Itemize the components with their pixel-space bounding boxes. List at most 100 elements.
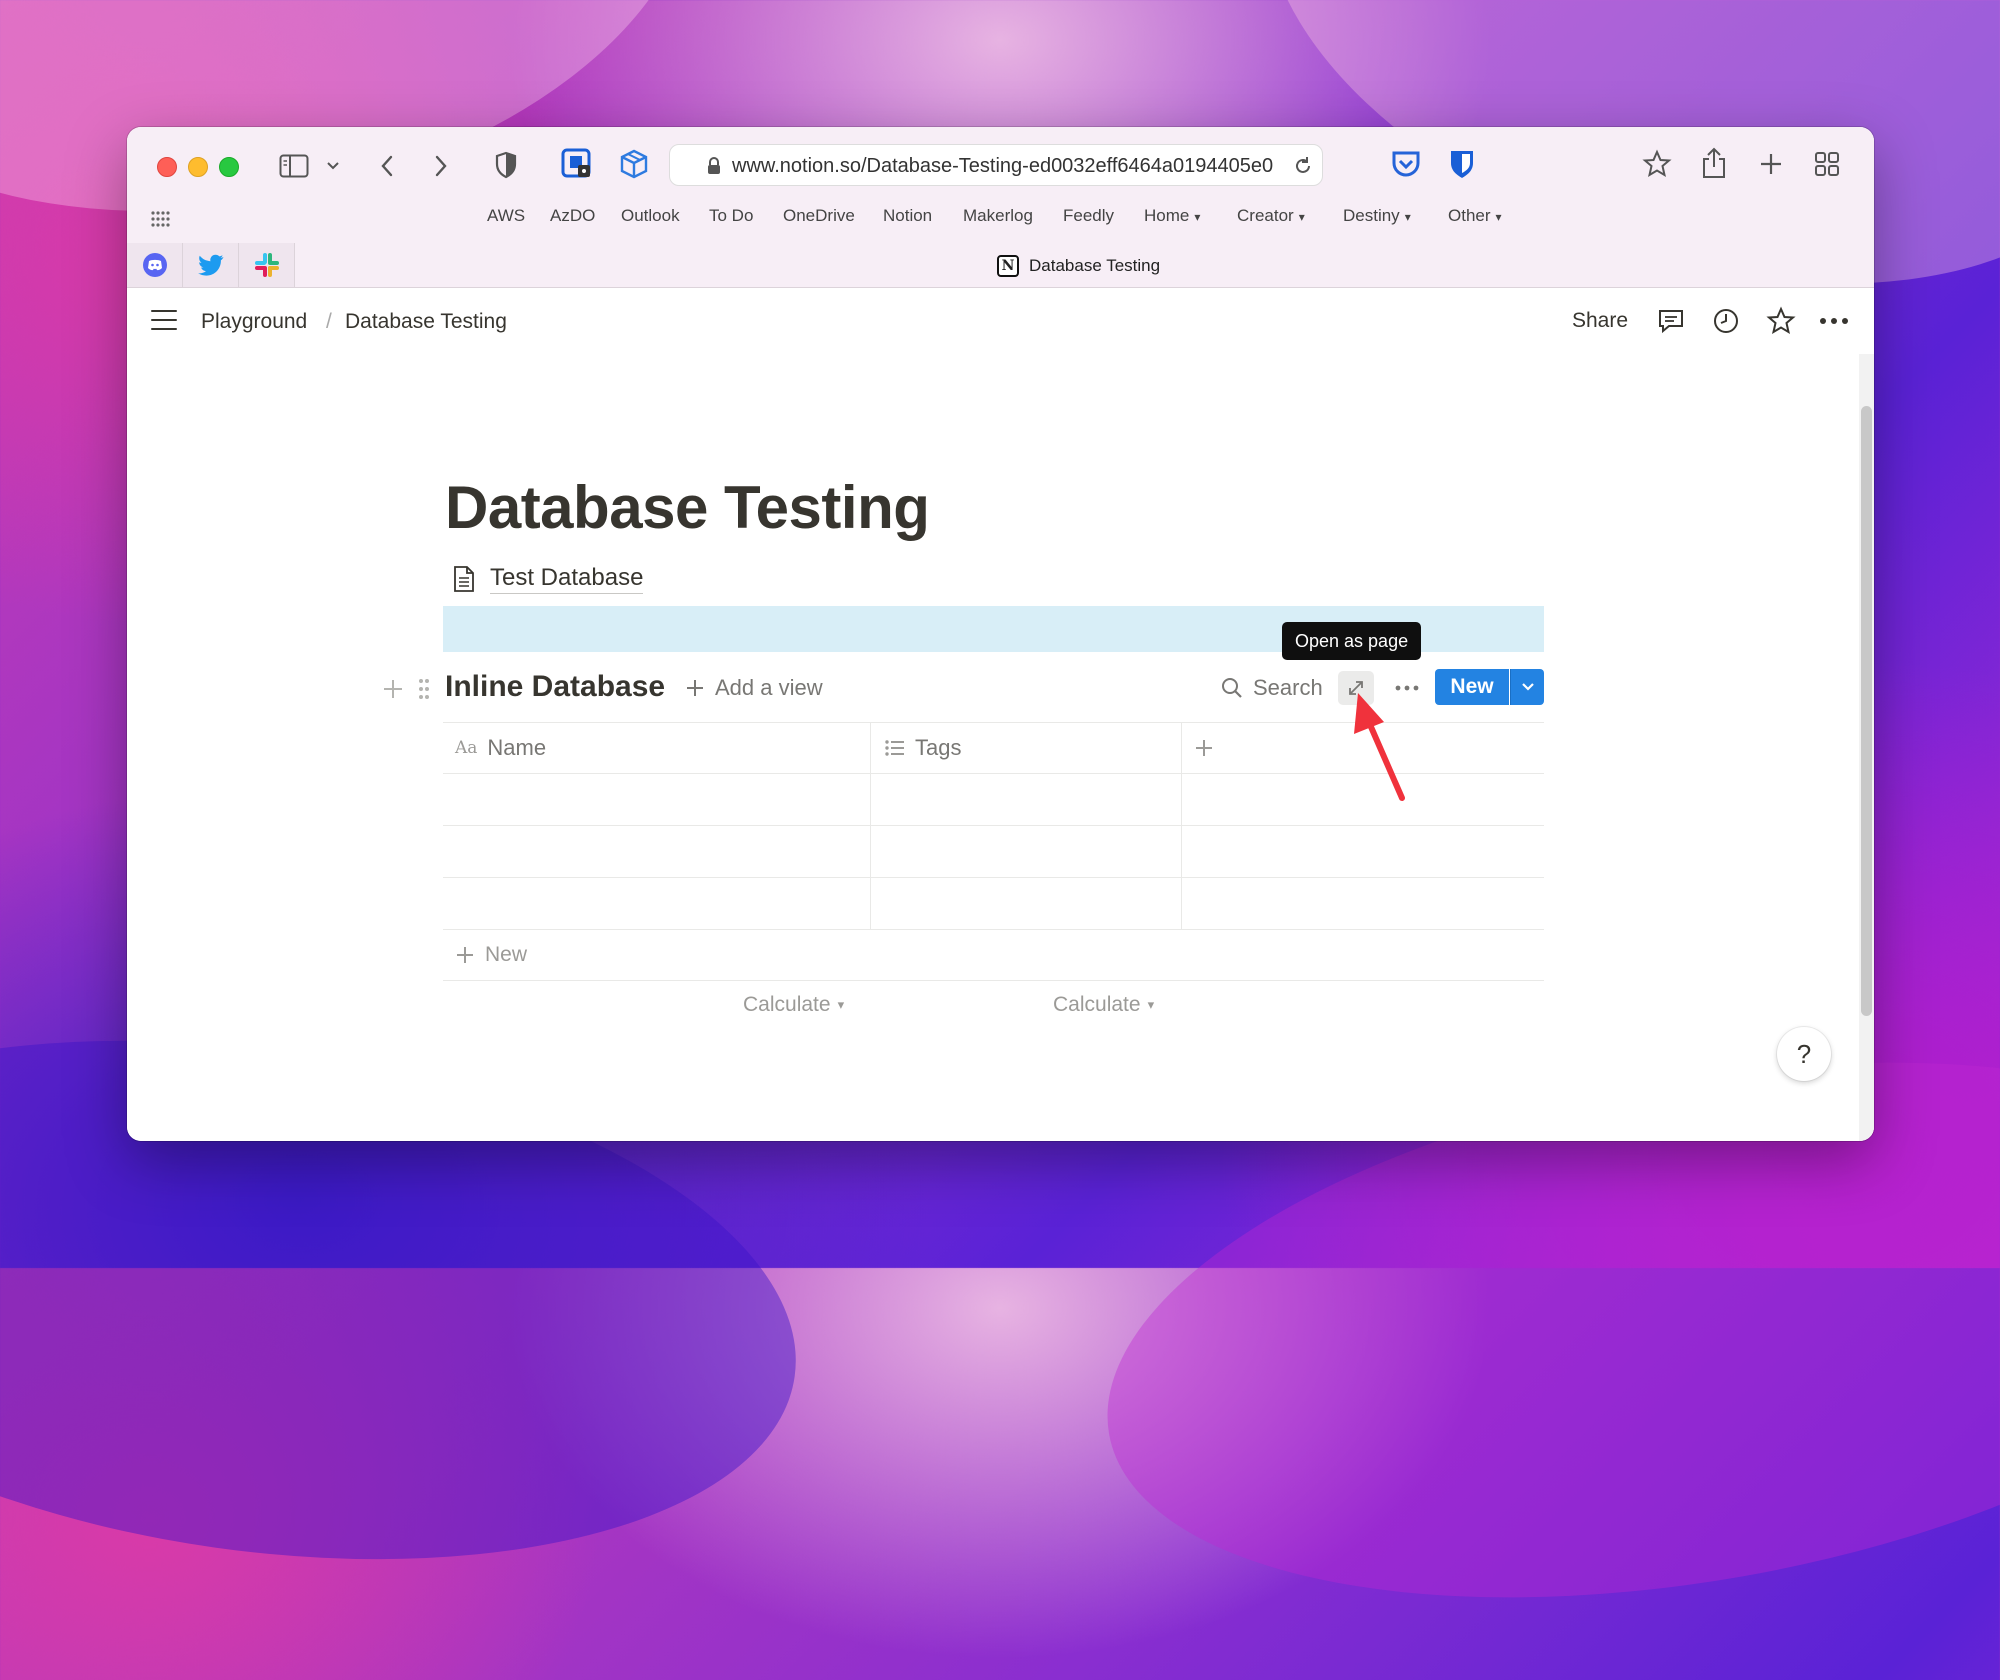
- more-options-icon[interactable]: [1817, 314, 1851, 328]
- pinned-tab-twitter[interactable]: [183, 243, 239, 287]
- zoom-window-button[interactable]: [219, 157, 239, 177]
- pocket-icon[interactable]: [1389, 147, 1423, 181]
- cell-name[interactable]: [443, 774, 871, 825]
- calculate-name-button[interactable]: Calculate ▾: [743, 993, 844, 1017]
- bookmark-folder-home[interactable]: Home ▾: [1144, 206, 1200, 226]
- add-row-button[interactable]: New: [443, 930, 1544, 981]
- linked-page-label: Test Database: [490, 564, 644, 594]
- breadcrumb-separator: /: [326, 310, 332, 333]
- share-icon[interactable]: [1697, 145, 1731, 181]
- help-button[interactable]: ?: [1777, 1027, 1831, 1081]
- inline-database-header: Inline Database Add a view Search New: [127, 660, 1874, 716]
- reload-icon[interactable]: [1292, 155, 1314, 177]
- chevron-down-icon: ▾: [1194, 210, 1201, 224]
- search-icon: [1222, 678, 1242, 698]
- bookmark-azdo[interactable]: AzDO: [550, 206, 595, 226]
- calculate-label: Calculate: [1053, 993, 1141, 1016]
- table-row[interactable]: [443, 826, 1544, 878]
- annotation-arrow-icon: [1354, 693, 1405, 801]
- calculate-label: Calculate: [743, 993, 831, 1016]
- drag-handle-icon[interactable]: [416, 677, 432, 701]
- bookmark-folder-other[interactable]: Other ▾: [1448, 206, 1502, 226]
- calculate-tags-button[interactable]: Calculate ▾: [1053, 993, 1154, 1017]
- chevron-down-icon: ▾: [837, 997, 845, 1012]
- active-tab-title: Database Testing: [1029, 256, 1161, 275]
- tab-overview-icon[interactable]: [1810, 147, 1844, 181]
- database-title[interactable]: Inline Database: [445, 670, 665, 704]
- column-header-name[interactable]: Aa Name: [443, 723, 871, 773]
- url-text[interactable]: www.notion.so/Database-Testing-ed0032eff…: [732, 155, 1282, 178]
- slack-icon: [254, 253, 279, 277]
- share-button[interactable]: Share: [1572, 309, 1628, 333]
- bookmark-aws[interactable]: AWS: [487, 206, 525, 226]
- new-tab-icon[interactable]: [1754, 147, 1788, 181]
- column-header-tags[interactable]: Tags: [871, 723, 1182, 773]
- tab-bar: N Database Testing: [127, 243, 1874, 287]
- sidebar-toggle-icon[interactable]: [277, 151, 311, 181]
- cell-tags[interactable]: [871, 826, 1182, 877]
- discord-icon: [142, 253, 167, 277]
- bookmark-feedly[interactable]: Feedly: [1063, 206, 1114, 226]
- cell-name[interactable]: [443, 878, 871, 929]
- lock-icon: [706, 156, 722, 176]
- column-label: Name: [487, 735, 547, 760]
- cell-tags[interactable]: [871, 878, 1182, 929]
- twitter-icon: [197, 254, 223, 276]
- privacy-shield-icon[interactable]: [491, 149, 521, 181]
- bookmark-folder-creator[interactable]: Creator ▾: [1237, 206, 1305, 226]
- plus-icon: [1196, 740, 1212, 756]
- bookmark-outlook[interactable]: Outlook: [621, 206, 680, 226]
- calculation-row: Calculate ▾ Calculate ▾: [443, 981, 1544, 1031]
- menu-icon[interactable]: [151, 310, 177, 330]
- add-view-button[interactable]: Add a view: [685, 675, 823, 701]
- favorite-star-icon[interactable]: [1765, 305, 1797, 337]
- text-type-icon: Aa: [455, 738, 478, 758]
- chevron-down-icon: [1521, 683, 1534, 691]
- bookmark-notion[interactable]: Notion: [883, 206, 932, 226]
- browser-toolbar: www.notion.so/Database-Testing-ed0032eff…: [127, 127, 1874, 288]
- forward-icon[interactable]: [429, 151, 453, 181]
- plus-icon: [457, 947, 473, 963]
- updates-clock-icon[interactable]: [1710, 306, 1742, 336]
- close-window-button[interactable]: [157, 157, 177, 177]
- chevron-down-icon: ▾: [1404, 210, 1411, 224]
- chevron-down-icon: ▾: [1147, 997, 1155, 1012]
- plus-icon: [687, 680, 703, 696]
- breadcrumb-playground[interactable]: Playground: [201, 310, 307, 334]
- search-label: Search: [1253, 675, 1323, 700]
- linked-page[interactable]: Test Database: [452, 564, 644, 594]
- browser-window: www.notion.so/Database-Testing-ed0032eff…: [127, 127, 1874, 1141]
- cube-extension-icon[interactable]: [617, 147, 651, 181]
- add-block-icon[interactable]: [381, 677, 405, 701]
- back-icon[interactable]: [375, 151, 399, 181]
- breadcrumb-database-testing[interactable]: Database Testing: [345, 310, 507, 334]
- bookmarks-bar: AWS AzDO Outlook To Do OneDrive Notion M…: [127, 206, 1874, 236]
- active-tab[interactable]: N Database Testing: [997, 255, 1160, 277]
- chevron-down-icon: ▾: [1298, 210, 1305, 224]
- star-icon[interactable]: [1640, 147, 1674, 181]
- notion-page: Playground / Database Testing Share Data…: [127, 288, 1874, 1141]
- cell-tags[interactable]: [871, 774, 1182, 825]
- bookmark-to-do[interactable]: To Do: [709, 206, 753, 226]
- bookmark-folder-destiny[interactable]: Destiny ▾: [1343, 206, 1411, 226]
- pinned-tab-discord[interactable]: [127, 243, 183, 287]
- cell-name[interactable]: [443, 826, 871, 877]
- pinned-tab-slack[interactable]: [239, 243, 295, 287]
- chevron-down-icon[interactable]: [325, 156, 341, 176]
- address-bar[interactable]: www.notion.so/Database-Testing-ed0032eff…: [669, 144, 1323, 186]
- page-title[interactable]: Database Testing: [445, 473, 930, 542]
- password-extension-icon[interactable]: [560, 147, 594, 181]
- bookmark-onedrive[interactable]: OneDrive: [783, 206, 855, 226]
- add-view-label: Add a view: [715, 675, 823, 700]
- table-row[interactable]: [443, 878, 1544, 930]
- database-search-button[interactable]: Search: [1221, 675, 1323, 701]
- minimize-window-button[interactable]: [188, 157, 208, 177]
- open-as-page-tooltip: Open as page: [1282, 622, 1422, 660]
- comments-icon[interactable]: [1655, 306, 1687, 336]
- notion-topbar: Playground / Database Testing Share: [127, 288, 1874, 354]
- chevron-down-icon: ▾: [1495, 210, 1502, 224]
- new-entry-button[interactable]: New: [1435, 669, 1509, 705]
- new-entry-dropdown[interactable]: [1510, 669, 1544, 705]
- bitwarden-icon[interactable]: [1445, 147, 1479, 181]
- bookmark-makerlog[interactable]: Makerlog: [963, 206, 1033, 226]
